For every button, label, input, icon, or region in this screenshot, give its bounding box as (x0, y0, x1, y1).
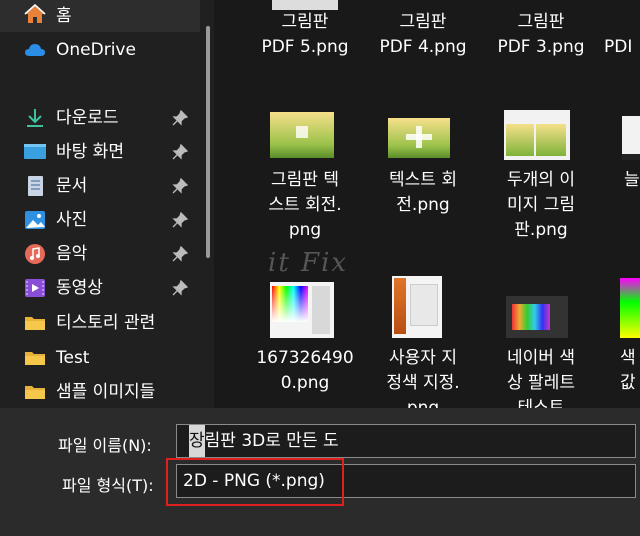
file-name: PDI (604, 37, 633, 57)
video-icon (25, 279, 45, 297)
sidebar-item-test[interactable]: Test (0, 342, 200, 374)
sidebar-scrollbar[interactable] (206, 26, 210, 258)
file-name: 정색 지정. (386, 373, 460, 393)
music-icon (25, 244, 45, 264)
sidebar-item-home[interactable]: 홈 (0, 0, 200, 32)
file-thumbnail[interactable] (620, 278, 640, 338)
desktop-icon (24, 144, 46, 159)
sidebar-item-label: 문서 (56, 176, 88, 196)
file-name: 테스트 (517, 398, 565, 408)
file-thumbnail[interactable] (506, 296, 568, 338)
pin-icon[interactable] (172, 178, 188, 194)
file-name: 색 (620, 348, 636, 368)
pictures-icon (25, 211, 45, 229)
sidebar-item-label: 티스토리 관련 (56, 313, 156, 333)
folder-icon (25, 386, 45, 399)
pin-icon[interactable] (172, 144, 188, 160)
folder-icon (25, 352, 45, 365)
pin-icon[interactable] (172, 246, 188, 262)
file-name: 판.png (514, 220, 568, 240)
navigation-pane: 홈 OneDrive 다운로드 바탕 화면 문서 사진 음악 동영상 티스토리 … (0, 0, 214, 408)
file-name: 전.png (396, 195, 450, 215)
sidebar-item-documents[interactable]: 문서 (0, 170, 200, 202)
file-name: 두개의 이 (507, 170, 575, 190)
sidebar-item-desktop[interactable]: 바탕 화면 (0, 136, 200, 168)
pin-icon[interactable] (172, 212, 188, 228)
file-name: 그림판 (517, 12, 565, 32)
sidebar-item-label: 홈 (56, 6, 72, 26)
file-name: 미지 그림 (507, 195, 575, 215)
file-thumbnail[interactable] (270, 282, 334, 338)
file-name: 그림판 (399, 12, 447, 32)
sidebar-item-tistory[interactable]: 티스토리 관련 (0, 307, 200, 339)
save-options-panel: 파일 이름(N): 그림판 3D로 만든 도장 파일 형식(T): 2D - P… (0, 408, 640, 536)
file-name: 값 (620, 373, 636, 393)
filetype-label: 파일 형식(T): (62, 476, 154, 495)
document-icon (28, 176, 43, 196)
watermark: it Fix (268, 248, 349, 278)
sidebar-item-label: 샘플 이미지들 (56, 382, 156, 402)
file-name: PDF 5.png (261, 37, 349, 57)
file-name: 사용자 지 (389, 348, 457, 368)
sidebar-item-pictures[interactable]: 사진 (0, 204, 200, 236)
sidebar-item-onedrive[interactable]: OneDrive (0, 34, 200, 66)
sidebar-item-label: 동영상 (56, 278, 103, 298)
cloud-icon (25, 44, 45, 56)
file-name: PDF 3.png (497, 37, 585, 57)
file-thumbnail[interactable] (388, 118, 450, 158)
file-thumbnail[interactable] (270, 112, 334, 158)
filename-value: 그림판 3D로 만든 도 (189, 431, 339, 451)
file-name: 상 팔레트 (507, 373, 575, 393)
download-icon (27, 109, 43, 127)
file-name: 167326490 (256, 348, 354, 368)
pin-icon[interactable] (172, 110, 188, 126)
sidebar-item-downloads[interactable]: 다운로드 (0, 102, 200, 134)
pin-icon[interactable] (172, 280, 188, 296)
file-name: 텍스트 회 (389, 170, 457, 190)
highlight-box (166, 458, 344, 506)
sidebar-item-music[interactable]: 음악 (0, 238, 200, 270)
sidebar-item-label: 다운로드 (56, 108, 119, 128)
file-name: 그림판 텍 (271, 170, 339, 190)
sidebar-item-label: Test (56, 348, 90, 368)
file-thumbnail[interactable] (622, 116, 640, 160)
file-name: 그림판 (281, 12, 329, 32)
filename-label: 파일 이름(N): (58, 436, 152, 455)
file-name: 0.png (280, 373, 330, 393)
sidebar-item-sample-images[interactable]: 샘플 이미지들 (0, 376, 200, 408)
home-icon (24, 4, 46, 23)
sidebar-item-label: 바탕 화면 (56, 142, 124, 162)
file-thumbnail (272, 0, 338, 10)
sidebar-item-label: 음악 (56, 244, 88, 264)
filename-selection: 장 (189, 425, 205, 457)
file-name: 스트 회전. (268, 195, 342, 215)
folder-icon (25, 317, 45, 330)
file-thumbnail[interactable] (504, 110, 570, 160)
file-name: 늘 (624, 170, 640, 190)
sidebar-item-videos[interactable]: 동영상 (0, 272, 200, 304)
file-list: 그림판 PDF 5.png 그림판 PDF 4.png 그림판 PDF 3.pn… (214, 0, 640, 408)
file-thumbnail[interactable] (392, 276, 442, 338)
sidebar-item-label: 사진 (56, 210, 88, 230)
filename-input[interactable]: 그림판 3D로 만든 도장 (176, 424, 636, 458)
file-name: png (288, 220, 322, 240)
file-name: PDF 4.png (379, 37, 467, 57)
sidebar-item-label: OneDrive (56, 40, 136, 60)
file-name: png (406, 398, 440, 408)
file-name: 네이버 색 (507, 348, 575, 368)
